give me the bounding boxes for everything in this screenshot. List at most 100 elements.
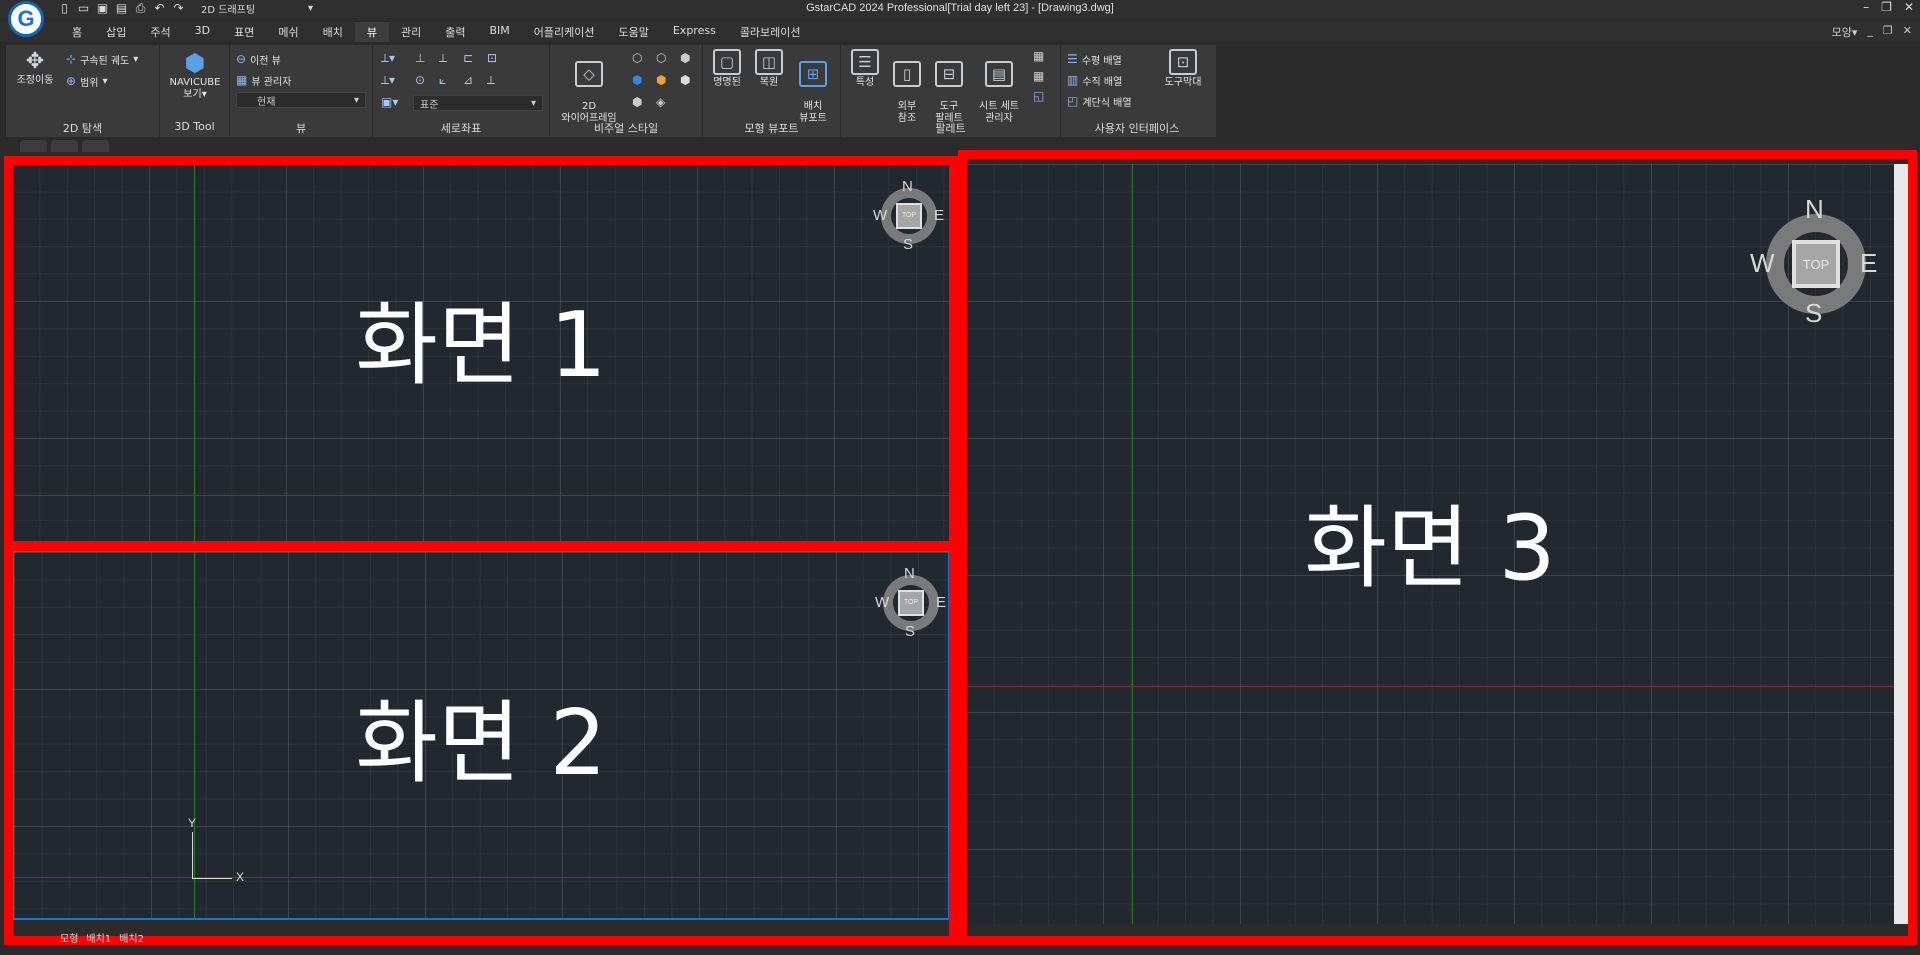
ucs-named-icon[interactable]: ▣▾ bbox=[381, 95, 398, 109]
xref-button[interactable]: ▯ 외부 참조 bbox=[887, 49, 927, 125]
wireframe-cube-icon[interactable]: ⬡ bbox=[632, 51, 642, 65]
ribbon-tab[interactable]: 홈 bbox=[60, 22, 94, 42]
ribbon-tab[interactable]: 3D bbox=[183, 22, 222, 42]
ucs-x-label: X bbox=[236, 870, 245, 884]
current-view-select[interactable]: 현재 ▾ bbox=[236, 92, 366, 108]
ucs-y-label: Y bbox=[188, 816, 197, 830]
conceptual-cube-icon[interactable]: ⬢ bbox=[656, 73, 666, 87]
xref-icon: ▯ bbox=[893, 61, 921, 87]
ucs-view-icon[interactable]: ⊙ bbox=[415, 73, 425, 87]
toolbars-button[interactable]: ⊡ 도구막대 bbox=[1157, 49, 1209, 89]
navicube-label: NAVICUBE bbox=[169, 77, 221, 88]
ribbon-tab[interactable]: 메쉬 bbox=[266, 22, 310, 42]
tile-vertical-label: 수직 배열 bbox=[1082, 76, 1123, 88]
ucs-z-icon[interactable]: ⊡ bbox=[487, 51, 497, 65]
ribbon-tab[interactable]: 출력 bbox=[433, 22, 477, 42]
gray-cube-icon[interactable]: ⬢ bbox=[632, 95, 642, 109]
ribbon-tab[interactable]: Express bbox=[661, 22, 728, 42]
app-logo-button[interactable]: G bbox=[8, 1, 44, 37]
view-manager-button[interactable]: ▦ 뷰 관리자 bbox=[236, 72, 291, 88]
ucs-3point-icon[interactable]: ⟂▾ bbox=[381, 73, 395, 88]
layout-viewport-button[interactable]: ⊞ 배치 뷰포트 bbox=[791, 49, 835, 125]
design-center-icon[interactable]: ◱ bbox=[1033, 89, 1044, 103]
xray-cube-icon[interactable]: ⬢ bbox=[680, 73, 690, 87]
layout-tab-layout1[interactable]: 배치1 bbox=[86, 930, 111, 945]
chevron-down-icon: ▾ bbox=[353, 94, 359, 106]
shaded-cube-icon[interactable]: ⬢ bbox=[680, 51, 690, 65]
doc-restore-icon[interactable]: ❐ bbox=[1883, 24, 1893, 40]
restore-label: 복원 bbox=[759, 77, 779, 88]
ribbon-tab[interactable]: 삽입 bbox=[94, 22, 138, 42]
ribbon-tab[interactable]: 어플리케이션 bbox=[522, 22, 607, 42]
ribbon-tab[interactable]: 콜라보레이션 bbox=[728, 22, 813, 42]
panel-label-palettes: 팔레트 bbox=[935, 122, 966, 135]
quick-calc-icon[interactable]: ▦ bbox=[1033, 69, 1044, 83]
minimize-icon[interactable]: – bbox=[1863, 0, 1869, 14]
doc-minimize-icon[interactable]: _ bbox=[1867, 24, 1873, 40]
constrained-orbit-button[interactable]: ⊹ 구속된 궤도 ▾ bbox=[66, 51, 138, 67]
viewport-3[interactable]: 화면 3 TOP N S W E bbox=[966, 164, 1894, 924]
cascade-button[interactable]: ◰ 계단식 배열 bbox=[1067, 93, 1132, 109]
compass-north: N bbox=[902, 178, 913, 195]
navicube-button[interactable]: ⬢ NAVICUBE 보기▾ bbox=[164, 49, 226, 101]
ucs-object-icon[interactable]: ⟀ bbox=[439, 73, 446, 88]
ribbon-tab[interactable]: 배치 bbox=[311, 22, 355, 42]
previous-view-button[interactable]: ⊖ 이전 뷰 bbox=[236, 51, 281, 67]
appearance-menu[interactable]: 모양▾ bbox=[1832, 24, 1858, 40]
ucs-previous-icon[interactable]: ⟂ bbox=[487, 73, 495, 88]
tile-vertical-icon: ▥ bbox=[1067, 73, 1079, 87]
tile-vertical-button[interactable]: ▥ 수직 배열 bbox=[1067, 72, 1122, 88]
ucs-origin-icon[interactable]: ⊥ bbox=[415, 51, 425, 65]
viewcube-top-face[interactable]: TOP bbox=[1792, 240, 1840, 288]
ucs-y-icon[interactable]: ⊏ bbox=[463, 51, 473, 65]
panel-label-model-viewports: 모형 뷰포트 bbox=[744, 122, 799, 135]
wireframe-icon: ◇ bbox=[575, 61, 603, 87]
tool-palette-button[interactable]: ⊟ 도구 팔레트 bbox=[929, 49, 969, 125]
tile-horizontal-button[interactable]: ☰ 수평 배열 bbox=[1067, 51, 1122, 67]
sketchy-cube-icon[interactable]: ◈ bbox=[656, 95, 665, 109]
document-tab[interactable] bbox=[20, 140, 47, 152]
layout-tab-layout2[interactable]: 배치2 bbox=[119, 930, 144, 945]
ribbon-tab[interactable]: 주석 bbox=[138, 22, 182, 42]
zoom-extents-button[interactable]: ⊕ 범위 ▾ bbox=[66, 73, 108, 89]
close-icon[interactable]: ✕ bbox=[1904, 0, 1914, 14]
ucs-x-icon[interactable]: ⟂ bbox=[439, 51, 447, 66]
ribbon-tab[interactable]: 도움말 bbox=[606, 22, 660, 42]
ucs-face-icon[interactable]: ⊿ bbox=[463, 73, 473, 87]
x-axis-line bbox=[12, 495, 950, 496]
realistic-cube-icon[interactable]: ⬢ bbox=[632, 73, 642, 87]
ucs-y-arrow bbox=[192, 832, 193, 878]
sheet-set-manager-button[interactable]: ▤ 시트 세트 관리자 bbox=[971, 49, 1027, 125]
2d-wireframe-button[interactable]: ◇ 2D 와이어프레임 bbox=[554, 49, 624, 125]
viewport-2[interactable]: 화면 2 TOP N S W E Y X bbox=[12, 550, 950, 920]
toolbars-label: 도구막대 bbox=[1164, 77, 1202, 88]
viewport-1[interactable]: 화면 1 TOP N S W E bbox=[12, 164, 950, 542]
x-axis-line bbox=[966, 686, 1894, 687]
ribbon-tab[interactable]: BIM bbox=[477, 22, 521, 42]
doc-close-icon[interactable]: ✕ bbox=[1903, 24, 1912, 40]
pan-button[interactable]: ✥ 조정이동 bbox=[10, 49, 60, 87]
hidden-cube-icon[interactable]: ⬡ bbox=[656, 51, 666, 65]
viewcube-top-face[interactable]: TOP bbox=[898, 590, 924, 616]
viewcube-compass[interactable]: TOP N S W E bbox=[873, 178, 944, 253]
viewcube-top-face[interactable]: TOP bbox=[896, 203, 922, 229]
title-bar: ▯ ▭ ▣ ▤ ⎙ ↶ ↷ 2D 드래프팅 ▾ GstarCAD 2024 Pr… bbox=[0, 0, 1920, 18]
ribbon-tab[interactable]: 관리 bbox=[389, 22, 433, 42]
named-viewports-button[interactable]: ▢ 명명된 bbox=[707, 49, 747, 89]
viewcube-compass[interactable]: TOP N S W E bbox=[1750, 194, 1877, 328]
viewcube-compass[interactable]: TOP N S W E bbox=[875, 565, 946, 640]
properties-button[interactable]: ☰ 특성 bbox=[845, 49, 885, 89]
layout-tab-model[interactable]: 모형 bbox=[60, 930, 78, 945]
ribbon-tab[interactable]: 표면 bbox=[222, 22, 266, 42]
ucs-icon[interactable]: ⟂▾ bbox=[381, 51, 395, 66]
restore-viewport-button[interactable]: ◫ 복원 bbox=[749, 49, 789, 89]
restore-viewport-icon: ◫ bbox=[755, 49, 783, 75]
document-tab[interactable] bbox=[81, 140, 109, 152]
named-viewports-icon: ▢ bbox=[713, 49, 741, 75]
document-tab[interactable] bbox=[50, 140, 78, 152]
restore-icon[interactable]: ❐ bbox=[1881, 0, 1892, 14]
vertical-scrollbar[interactable] bbox=[1894, 164, 1908, 924]
ucs-select[interactable]: 표준 ▾ bbox=[413, 95, 543, 111]
calculator-icon[interactable]: ▦ bbox=[1033, 49, 1044, 63]
ribbon-tab[interactable]: 뷰 bbox=[354, 22, 389, 42]
